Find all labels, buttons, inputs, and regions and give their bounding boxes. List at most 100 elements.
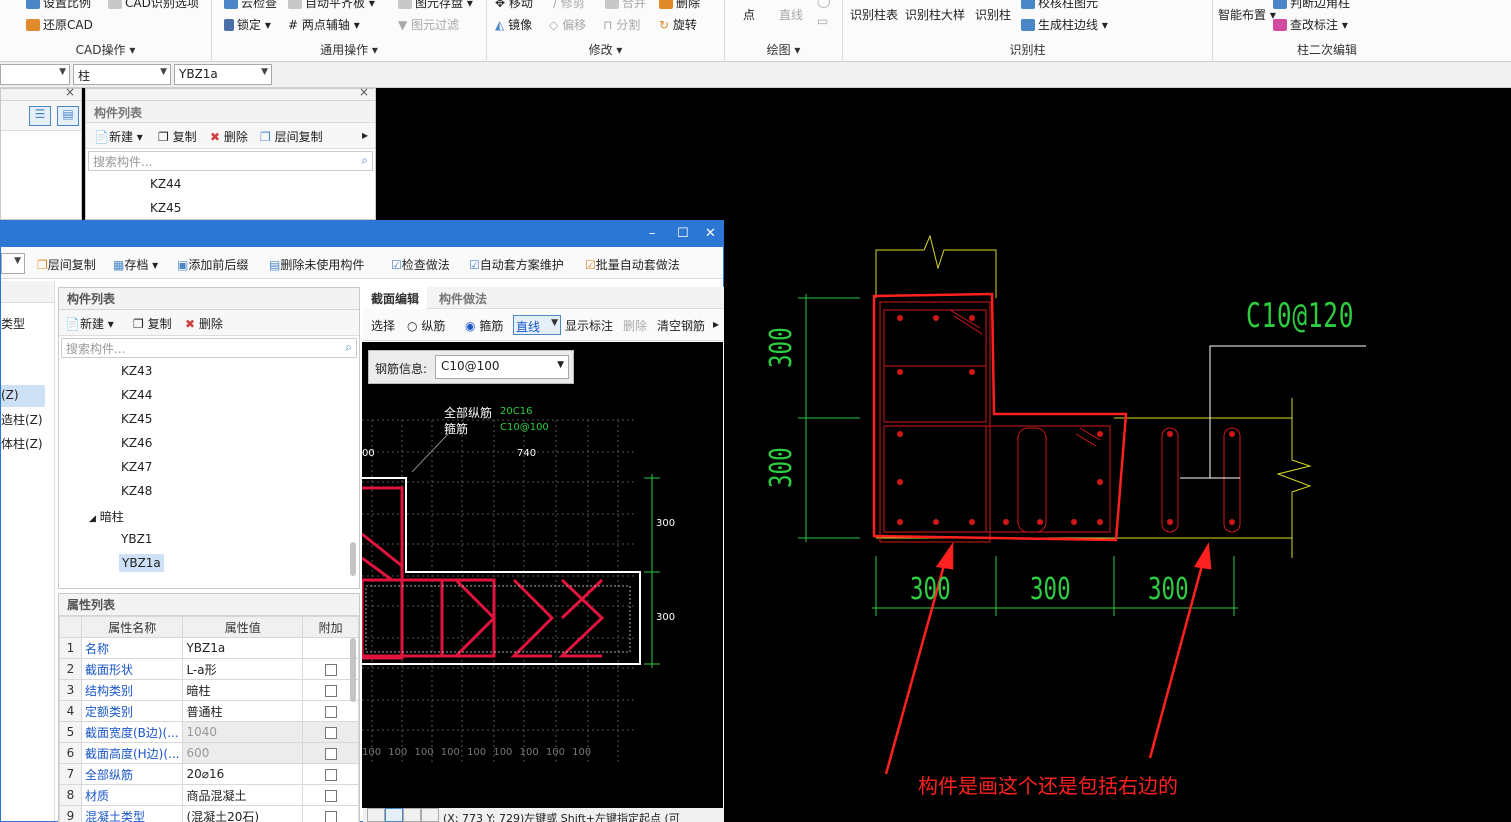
property-value[interactable]: L-a形 xyxy=(182,658,304,680)
new-button[interactable]: 📄新建 ▾ xyxy=(94,128,143,145)
list-item[interactable]: KZ45 xyxy=(121,412,152,426)
trim-button[interactable]: / 修剪 xyxy=(553,0,585,11)
select-button[interactable]: 选择 xyxy=(371,317,395,334)
table-row[interactable]: 9 混凝土类型 (混凝土20石) xyxy=(59,805,359,822)
list-item[interactable]: KZ47 xyxy=(121,460,152,474)
ribbon-group-title[interactable]: CAD操作 ▾ xyxy=(0,41,211,58)
list-scrollbar[interactable] xyxy=(350,542,356,576)
status-btn[interactable] xyxy=(421,808,439,822)
property-value[interactable]: 暗柱 xyxy=(182,679,304,701)
clear-bars-button[interactable]: 清空钢筋 xyxy=(657,317,705,334)
list-item[interactable]: KZ48 xyxy=(121,484,152,498)
category-select[interactable]: 柱 ▼ xyxy=(73,64,171,85)
ribbon-group-title[interactable]: 修改 ▾ xyxy=(487,41,724,58)
move-button[interactable]: ✥ 移动 xyxy=(495,0,533,11)
addon-checkbox[interactable] xyxy=(324,789,337,802)
status-btn[interactable] xyxy=(403,808,421,822)
list-item-selected[interactable]: YBZ1a xyxy=(119,554,164,572)
table-row[interactable]: 3 结构类别 暗柱 xyxy=(59,679,359,701)
section-canvas[interactable]: 全部纵筋 箍筋 20C16 C10@100 00 740 300 300 100… xyxy=(362,342,723,808)
floor-copy-button[interactable]: ❐层间复制 xyxy=(37,256,96,273)
check-column-button[interactable]: 校核柱图元 xyxy=(1021,0,1098,11)
floor-select[interactable]: ▼ xyxy=(0,64,70,85)
rebar-info-select[interactable]: C10@100 ▼ xyxy=(435,355,569,379)
rotate-button[interactable]: ↻ 旋转 xyxy=(659,16,697,33)
line-button[interactable]: 直线 xyxy=(779,6,803,23)
batch-auto-button[interactable]: ☑批量自动套做法 xyxy=(585,256,680,273)
copy-button[interactable]: ❐ 复制 xyxy=(133,315,172,332)
check-method-button[interactable]: ☑检查做法 xyxy=(391,256,450,273)
property-value[interactable]: 普通柱 xyxy=(182,700,304,722)
tab-section-edit[interactable]: 截面编辑 xyxy=(363,287,428,309)
status-btn[interactable] xyxy=(367,808,385,822)
archive-button[interactable]: ▦存档 ▾ xyxy=(113,256,158,273)
addon-checkbox[interactable] xyxy=(324,705,337,718)
close-icon[interactable]: × xyxy=(65,85,75,99)
long-bar-radio[interactable]: ○ 纵筋 xyxy=(407,317,445,334)
set-scale-button[interactable]: 设置比例 xyxy=(26,0,91,11)
two-point-axis-button[interactable]: # 两点辅轴 ▾ xyxy=(288,16,360,33)
ribbon-group-title[interactable]: 绘图 ▾ xyxy=(725,41,842,58)
merge-button[interactable]: 合并 xyxy=(605,0,646,11)
save-element-button[interactable]: 图元存盘 ▾ xyxy=(398,0,473,11)
recognize-column-button[interactable]: 识别柱 xyxy=(975,6,1011,23)
recognize-column-table-button[interactable]: 识别柱表 xyxy=(850,6,898,23)
property-value[interactable]: 商品混凝土 xyxy=(182,784,304,806)
table-row[interactable]: 2 截面形状 L-a形 xyxy=(59,658,359,680)
split-button[interactable]: ⊓ 分割 xyxy=(603,16,640,33)
type-item[interactable]: 体柱(Z) xyxy=(1,435,43,452)
circle-icon[interactable]: ◯ xyxy=(817,0,830,8)
show-label-button[interactable]: 显示标注 xyxy=(565,317,613,334)
delete-unused-button[interactable]: ▤删除未使用构件 xyxy=(269,256,364,273)
restore-cad-button[interactable]: 还原CAD xyxy=(26,16,93,33)
mirror-button[interactable]: ◭ 镜像 xyxy=(495,16,532,33)
type-item-selected[interactable]: (Z) xyxy=(1,385,45,407)
addon-checkbox[interactable] xyxy=(324,810,337,822)
search-input[interactable]: 搜索构件... ⌕ xyxy=(61,338,357,358)
table-row[interactable]: 5 截面宽度(B边)(... 1040 xyxy=(59,721,359,743)
add-prefix-button[interactable]: ▣添加前后缀 xyxy=(177,256,248,273)
component-select[interactable]: YBZ1a ▼ xyxy=(174,64,272,85)
generate-column-edge-button[interactable]: 生成柱边线 ▾ xyxy=(1021,16,1108,33)
tree-group-hidden-column[interactable]: ◢ 暗柱 xyxy=(89,508,124,525)
element-filter-button[interactable]: ▼ 图元过滤 xyxy=(398,16,459,33)
table-row[interactable]: 4 定额类别 普通柱 xyxy=(59,700,359,722)
table-row[interactable]: 6 截面高度(H边)(... 600 xyxy=(59,742,359,764)
addon-checkbox[interactable] xyxy=(324,663,337,676)
list-item[interactable]: KZ46 xyxy=(121,436,152,450)
delete-button[interactable]: ✖ 删除 xyxy=(210,128,248,145)
status-btn-active[interactable] xyxy=(385,808,403,822)
addon-checkbox[interactable] xyxy=(324,768,337,781)
new-button[interactable]: 📄新建 ▾ xyxy=(65,315,114,332)
auto-scheme-button[interactable]: ☑自动套方案维护 xyxy=(469,256,564,273)
cad-canvas[interactable]: C10@120 300 300 300 300 300 构件是画这个还是包括右边… xyxy=(724,88,1511,822)
delete-button[interactable]: 删除 xyxy=(659,0,700,11)
table-row[interactable]: 1 名称 YBZ1a xyxy=(59,637,359,659)
floor-select[interactable]: ▼ xyxy=(1,253,25,274)
close-icon[interactable]: × xyxy=(359,85,369,99)
type-item[interactable]: 造柱(Z) xyxy=(1,411,43,428)
rect-icon[interactable]: ▭ xyxy=(817,14,828,28)
list-item[interactable]: KZ44 xyxy=(150,177,181,191)
grid-view-icon[interactable]: ▤ xyxy=(57,106,79,126)
tab-component-method[interactable]: 构件做法 xyxy=(431,287,495,309)
offset-button[interactable]: ◇ 偏移 xyxy=(549,16,586,33)
list-view-icon[interactable]: ☰ xyxy=(29,106,51,126)
property-value[interactable]: (混凝土20石) xyxy=(182,805,304,822)
property-value[interactable]: YBZ1a xyxy=(182,637,304,659)
stirrup-radio[interactable]: ◉ 箍筋 xyxy=(465,317,503,334)
edit-label-button[interactable]: 查改标注 ▾ xyxy=(1273,16,1348,33)
recognize-column-detail-button[interactable]: 识别柱大样 xyxy=(905,6,965,23)
lock-button[interactable]: 锁定 ▾ xyxy=(224,16,271,33)
list-item[interactable]: KZ45 xyxy=(150,201,181,215)
property-value[interactable]: 20⌀16 xyxy=(182,763,304,785)
cad-recognize-options-button[interactable]: CAD识别选项 xyxy=(108,0,199,11)
list-item[interactable]: KZ44 xyxy=(121,388,152,402)
auto-align-slab-button[interactable]: 自动平齐板 ▾ xyxy=(288,0,375,11)
list-item[interactable]: YBZ1 xyxy=(121,532,152,546)
props-scrollbar[interactable] xyxy=(350,638,356,702)
line-mode-select[interactable]: 直线 ▼ xyxy=(513,315,561,335)
point-button[interactable]: 点 xyxy=(743,6,755,23)
delete-button[interactable]: ✖ 删除 xyxy=(185,315,223,332)
addon-checkbox[interactable] xyxy=(324,684,337,697)
